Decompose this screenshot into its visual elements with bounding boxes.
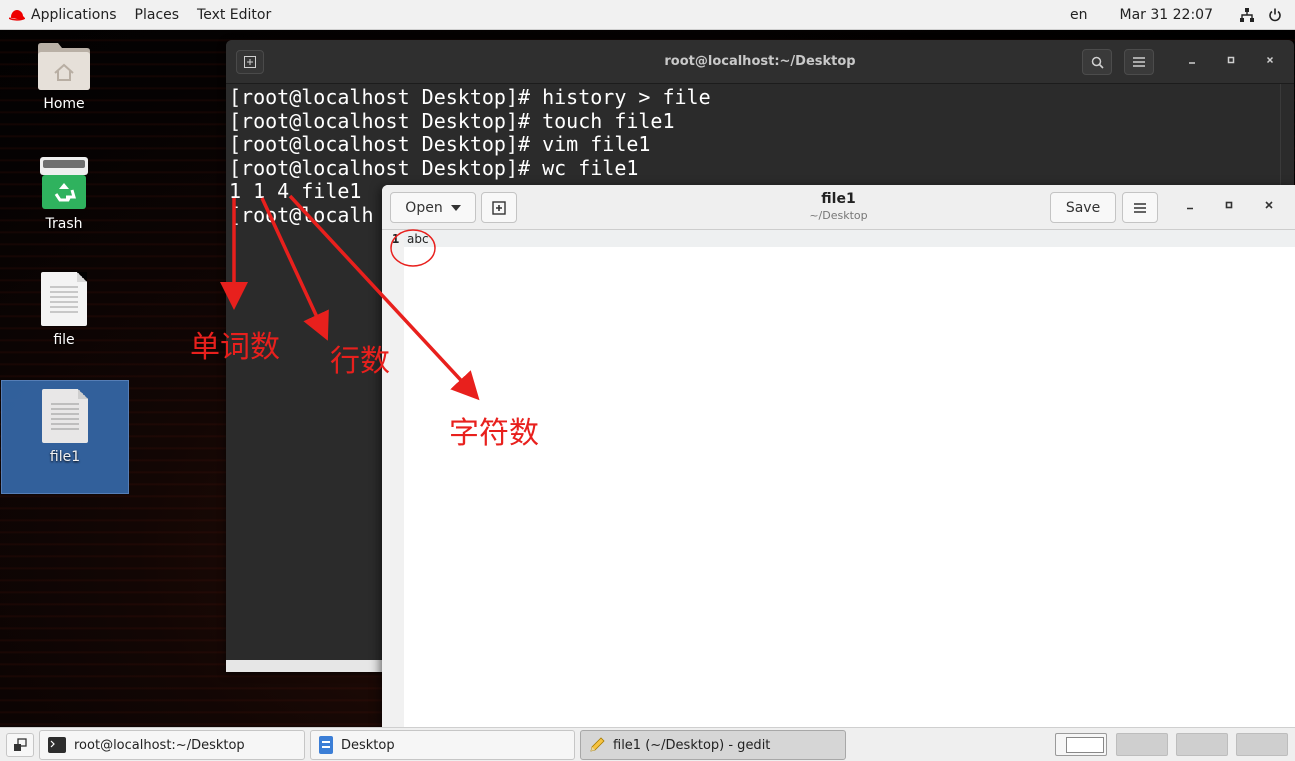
- terminal-line: [root@localhost Desktop]# wc file1: [229, 155, 639, 180]
- terminal-line: [root@localhost Desktop]# touch file1: [229, 108, 675, 133]
- maximize-icon: [1227, 56, 1235, 64]
- workspace-4[interactable]: [1236, 733, 1288, 756]
- workspace-3[interactable]: [1176, 733, 1228, 756]
- hamburger-icon: [1134, 202, 1146, 213]
- search-icon: [1091, 56, 1104, 69]
- task-label: Desktop: [341, 737, 395, 753]
- show-desktop-icon: [14, 738, 27, 751]
- annotation-line-count: 行数: [330, 344, 390, 379]
- desktop-icon-label: Home: [43, 96, 85, 112]
- annotation-char-count: 字符数: [449, 416, 539, 451]
- places-menu[interactable]: Places: [135, 7, 180, 23]
- terminal-search-button[interactable]: [1082, 49, 1112, 75]
- close-button[interactable]: [1262, 53, 1278, 69]
- folder-home-icon: [38, 40, 90, 90]
- gedit-window[interactable]: Open file1 ~/Desktop Save 1 abc: [382, 185, 1295, 727]
- line-number: 1: [392, 232, 400, 246]
- save-button[interactable]: Save: [1050, 192, 1116, 223]
- annotation-word-count: 单词数: [190, 330, 280, 365]
- redhat-logo-icon: [9, 9, 25, 21]
- task-label: root@localhost:~/Desktop: [74, 737, 245, 753]
- show-desktop-button[interactable]: [6, 733, 34, 757]
- terminal-line: [root@localhost Desktop]# vim file1: [229, 132, 651, 156]
- document-icon: [41, 272, 87, 326]
- desktop-icon-label: file: [53, 332, 75, 348]
- workspace-1[interactable]: [1055, 733, 1107, 756]
- clock[interactable]: Mar 31 22:07: [1120, 7, 1213, 23]
- workspace-2[interactable]: [1116, 733, 1168, 756]
- document-text[interactable]: abc: [407, 232, 429, 246]
- desktop-icon-home[interactable]: Home: [0, 40, 128, 112]
- desktop-icon-file[interactable]: file: [0, 272, 128, 348]
- desktop-icon-trash[interactable]: Trash: [0, 156, 128, 232]
- document-path: ~/Desktop: [809, 209, 868, 222]
- input-language-indicator[interactable]: en: [1070, 7, 1088, 23]
- bottom-taskbar: root@localhost:~/Desktop Desktop file1 (…: [0, 727, 1295, 761]
- task-files[interactable]: Desktop: [310, 730, 575, 760]
- terminal-headerbar[interactable]: root@localhost:~/Desktop: [226, 40, 1294, 84]
- maximize-button[interactable]: [1223, 53, 1239, 69]
- text-editor-icon: [590, 737, 605, 752]
- close-icon: [1265, 201, 1273, 209]
- minimize-icon: [1187, 207, 1193, 210]
- document-icon: [42, 389, 88, 443]
- line-number-gutter: [382, 230, 404, 727]
- hamburger-icon: [1133, 57, 1145, 67]
- network-icon[interactable]: [1239, 7, 1255, 23]
- terminal-line: [root@localhost Desktop]# history > file: [229, 85, 711, 109]
- terminal-menu-button[interactable]: [1124, 49, 1154, 75]
- trash-icon: [39, 156, 89, 210]
- desktop-icon-label: file1: [49, 449, 81, 465]
- current-line-highlight: [382, 230, 1295, 247]
- applications-menu[interactable]: Applications: [31, 7, 117, 23]
- minimize-icon: [1189, 62, 1195, 64]
- task-label: file1 (~/Desktop) - gedit: [613, 737, 771, 753]
- text-editor-area[interactable]: 1 abc: [382, 230, 1295, 727]
- app-menu[interactable]: Text Editor: [197, 7, 271, 23]
- task-gedit[interactable]: file1 (~/Desktop) - gedit: [580, 730, 846, 760]
- maximize-button[interactable]: [1220, 198, 1238, 216]
- close-button[interactable]: [1260, 198, 1278, 216]
- maximize-icon: [1225, 201, 1233, 209]
- desktop-icon-label: Trash: [45, 216, 83, 232]
- close-icon: [1266, 56, 1274, 64]
- gedit-headerbar[interactable]: Open file1 ~/Desktop Save: [382, 185, 1295, 230]
- terminal-icon: [48, 737, 66, 753]
- power-icon[interactable]: [1267, 7, 1283, 23]
- desktop-icon-file1[interactable]: file1: [1, 380, 129, 494]
- file-manager-icon: [319, 736, 333, 754]
- minimize-button[interactable]: [1184, 53, 1200, 69]
- task-terminal[interactable]: root@localhost:~/Desktop: [39, 730, 305, 760]
- gedit-menu-button[interactable]: [1122, 192, 1158, 223]
- minimize-button[interactable]: [1181, 198, 1199, 216]
- top-bar: Applications Places Text Editor en Mar 3…: [0, 0, 1295, 30]
- document-title: file1: [821, 191, 856, 207]
